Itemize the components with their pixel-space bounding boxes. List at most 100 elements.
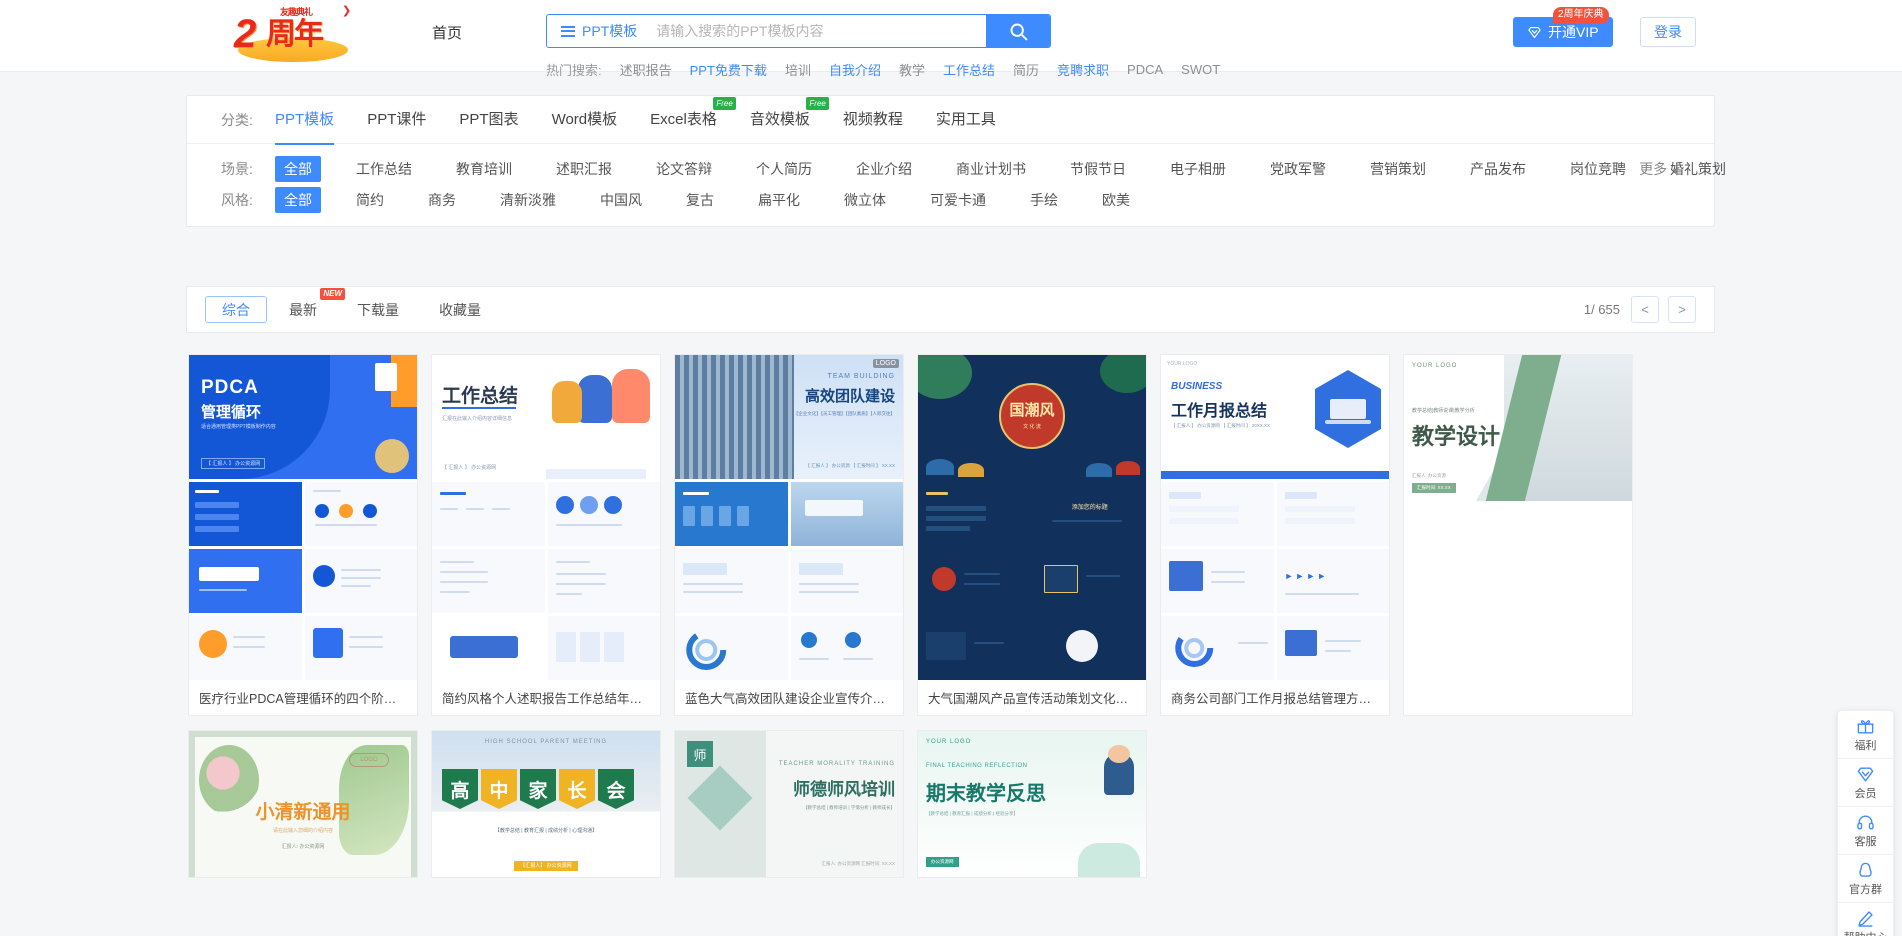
dock-item-official-group[interactable]: 官方群 bbox=[1838, 855, 1893, 903]
style-item[interactable]: 清新淡雅 bbox=[491, 187, 565, 213]
template-card[interactable]: PDCA 管理循环 适合通用管理类PPT模板制作内容 【 汇报人 】 办公资源网 bbox=[188, 354, 418, 716]
hot-search-item[interactable]: 述职报告 bbox=[620, 60, 672, 79]
slide-tile bbox=[304, 549, 417, 613]
open-vip-label: 开通VIP bbox=[1548, 24, 1599, 40]
style-item[interactable]: 扁平化 bbox=[749, 187, 809, 213]
scene-item[interactable]: 产品发布 bbox=[1461, 156, 1535, 182]
dock-item-welfare[interactable]: 福利 bbox=[1838, 711, 1893, 759]
category-item-video-tutorial[interactable]: 视频教程 bbox=[843, 108, 903, 131]
style-item-all[interactable]: 全部 bbox=[275, 187, 321, 213]
slide-tile bbox=[189, 482, 302, 546]
dock-item-support[interactable]: 客服 bbox=[1838, 807, 1893, 855]
hot-search-item[interactable]: 自我介绍 bbox=[829, 60, 881, 79]
template-title[interactable]: 医疗行业PDCA管理循环的四个阶段质... bbox=[189, 683, 417, 715]
scene-item[interactable]: 党政军警 bbox=[1261, 156, 1335, 182]
nav-home-link[interactable]: 首页 bbox=[432, 22, 462, 43]
cover-desc: 【教学总结 | 教育汇报 | 成绩分析 | 经验分享】 bbox=[926, 811, 1019, 816]
slide-tile bbox=[790, 616, 903, 680]
category-item-excel-sheet[interactable]: Excel表格 Free bbox=[650, 97, 736, 131]
next-page-button[interactable]: > bbox=[1668, 296, 1696, 323]
hot-search-item[interactable]: SWOT bbox=[1181, 62, 1220, 77]
template-thumbnail: 工作总结 汇报在此输入介绍内容详细信息 【 汇报人 】 办公资源网 bbox=[432, 355, 660, 683]
template-thumbnail: YOUR LOGO BUSINESS 工作月报总结 【 汇报人 】 办公资源网 … bbox=[1161, 355, 1389, 683]
template-card[interactable]: YOUR LOGO BUSINESS 工作月报总结 【 汇报人 】 办公资源网 … bbox=[1160, 354, 1390, 716]
slide-tiles: ►►►► bbox=[1161, 479, 1389, 680]
scene-more-button[interactable]: 更多 ▼ bbox=[1639, 159, 1680, 179]
slide-tile bbox=[790, 482, 903, 546]
category-item-audio-template[interactable]: 音效模板 Free bbox=[750, 97, 829, 131]
template-title[interactable]: 大气国潮风产品宣传活动策划文化潮流... bbox=[918, 683, 1146, 715]
scene-item[interactable]: 商业计划书 bbox=[947, 156, 1035, 182]
template-card[interactable]: 师 TEACHER MORALITY TRAINING 师德师风培训 【教学总结… bbox=[674, 730, 904, 878]
style-item[interactable]: 欧美 bbox=[1093, 187, 1139, 213]
hot-search-item[interactable]: 教学 bbox=[899, 60, 925, 79]
cover-byline: 【 汇报人 】 办公资源网 bbox=[442, 465, 497, 471]
scene-item[interactable]: 企业介绍 bbox=[847, 156, 921, 182]
dock-item-member[interactable]: 会员 bbox=[1838, 759, 1893, 807]
scene-item[interactable]: 电子相册 bbox=[1161, 156, 1235, 182]
slide-tiles bbox=[675, 479, 903, 680]
style-item[interactable]: 微立体 bbox=[835, 187, 895, 213]
cover-desc: 请在此输入您细的介绍内容 bbox=[272, 828, 333, 834]
hot-search-item[interactable]: PDCA bbox=[1127, 62, 1163, 77]
style-item[interactable]: 手绘 bbox=[1021, 187, 1067, 213]
style-item[interactable]: 简约 bbox=[347, 187, 393, 213]
cover-heading: 教学设计 bbox=[1412, 424, 1501, 449]
cover-slide: PDCA 管理循环 适合通用管理类PPT模板制作内容 【 汇报人 】 办公资源网 bbox=[189, 355, 417, 479]
sort-newest[interactable]: 最新 NEW bbox=[289, 287, 345, 320]
category-item-label: Excel表格 bbox=[650, 111, 717, 128]
site-logo[interactable]: 友趣典礼 ❯ 2 周年 bbox=[228, 2, 358, 64]
category-item-ppt-courseware[interactable]: PPT课件 bbox=[367, 108, 426, 131]
slide-tile bbox=[1276, 482, 1389, 546]
scene-item[interactable]: 教育培训 bbox=[447, 156, 521, 182]
template-card[interactable]: TEAM BUILDING 高效团队建设 【企业文化】【员工管理】【团队素质】【… bbox=[674, 354, 904, 716]
template-card[interactable]: LOGO 小清新通用 请在此输入您细的介绍内容 汇报人: 办公资源网 bbox=[188, 730, 418, 878]
scene-item[interactable]: 述职汇报 bbox=[547, 156, 621, 182]
hot-search-item[interactable]: PPT免费下载 bbox=[690, 60, 767, 79]
cover-byline: 【 汇报人 】 办公资源 【 汇报时间 】 XX.XX bbox=[805, 463, 895, 468]
template-thumbnail: LOGO 小清新通用 请在此输入您细的介绍内容 汇报人: 办公资源网 bbox=[189, 731, 417, 877]
hot-search-item[interactable]: 培训 bbox=[785, 60, 811, 79]
cover-slide: 工作总结 汇报在此输入介绍内容详细信息 【 汇报人 】 办公资源网 bbox=[432, 355, 660, 479]
style-item[interactable]: 可爱卡通 bbox=[921, 187, 995, 213]
filter-row-style: 风格: 全部 简约 商务 清新淡雅 中国风 复古 扁平化 微立体 可爱卡通 手绘… bbox=[187, 185, 1714, 226]
search-category-selector[interactable]: PPT模板 bbox=[547, 15, 650, 47]
scene-item[interactable]: 营销策划 bbox=[1361, 156, 1435, 182]
category-item-word-template[interactable]: Word模板 bbox=[552, 108, 618, 131]
slide-tile: ►►►► bbox=[1276, 549, 1389, 613]
dock-item-help-center[interactable]: 帮助中心 bbox=[1838, 903, 1893, 936]
scene-item[interactable]: 个人简历 bbox=[747, 156, 821, 182]
cover-slide: TEAM BUILDING 高效团队建设 【企业文化】【员工管理】【团队素质】【… bbox=[675, 355, 903, 479]
category-item-ppt-template[interactable]: PPT模板 bbox=[275, 108, 335, 145]
category-item-tools[interactable]: 实用工具 bbox=[936, 108, 996, 131]
prev-page-button[interactable]: < bbox=[1631, 296, 1659, 323]
template-title[interactable]: 简约风格个人述职报告工作总结年度总... bbox=[432, 683, 660, 715]
template-card[interactable]: 工作总结 汇报在此输入介绍内容详细信息 【 汇报人 】 办公资源网 简约风格个人… bbox=[431, 354, 661, 716]
template-title[interactable]: 蓝色大气高效团队建设企业宣传介绍P... bbox=[675, 683, 903, 715]
scene-item[interactable]: 论文答辩 bbox=[647, 156, 721, 182]
search-input[interactable] bbox=[650, 15, 986, 47]
style-item[interactable]: 复古 bbox=[677, 187, 723, 213]
sort-downloads[interactable]: 下载量 bbox=[357, 300, 399, 320]
hot-search-item[interactable]: 简历 bbox=[1013, 60, 1039, 79]
style-item[interactable]: 商务 bbox=[419, 187, 465, 213]
template-card[interactable]: YOUR LOGO FINAL TEACHING REFLECTION 期末教学… bbox=[917, 730, 1147, 878]
template-card[interactable]: YOUR LOGO 教学总结|教师说课|教学分析 教学设计 汇报人: 办公资源 … bbox=[1403, 354, 1633, 716]
style-item[interactable]: 中国风 bbox=[591, 187, 651, 213]
cover-desc: 汇报人: 办公资源 bbox=[1412, 472, 1446, 478]
scene-item[interactable]: 岗位竞聘 bbox=[1561, 156, 1635, 182]
sort-favorites[interactable]: 收藏量 bbox=[439, 300, 481, 320]
hot-search-item[interactable]: 竞聘求职 bbox=[1057, 60, 1109, 79]
scene-item-all[interactable]: 全部 bbox=[275, 156, 321, 182]
hot-search-item[interactable]: 工作总结 bbox=[943, 60, 995, 79]
scene-item[interactable]: 工作总结 bbox=[347, 156, 421, 182]
search-button[interactable] bbox=[986, 15, 1050, 47]
filter-row-scene: 场景: 全部 工作总结 教育培训 述职汇报 论文答辩 个人简历 企业介绍 商业计… bbox=[187, 144, 1726, 185]
sort-comprehensive-button[interactable]: 综合 bbox=[205, 296, 267, 323]
scene-item[interactable]: 节假节日 bbox=[1061, 156, 1135, 182]
template-title[interactable]: 商务公司部门工作月报总结管理方案汇... bbox=[1161, 683, 1389, 715]
category-item-ppt-chart[interactable]: PPT图表 bbox=[459, 108, 518, 131]
template-card[interactable]: HIGH SCHOOL PARENT MEETING 高 中 家 长 会 【教学… bbox=[431, 730, 661, 878]
template-card[interactable]: 国潮风 文 化 流 添加您的标题 大气国潮风产品宣传活动策划文化潮流... bbox=[917, 354, 1147, 716]
login-button[interactable]: 登录 bbox=[1640, 17, 1696, 47]
